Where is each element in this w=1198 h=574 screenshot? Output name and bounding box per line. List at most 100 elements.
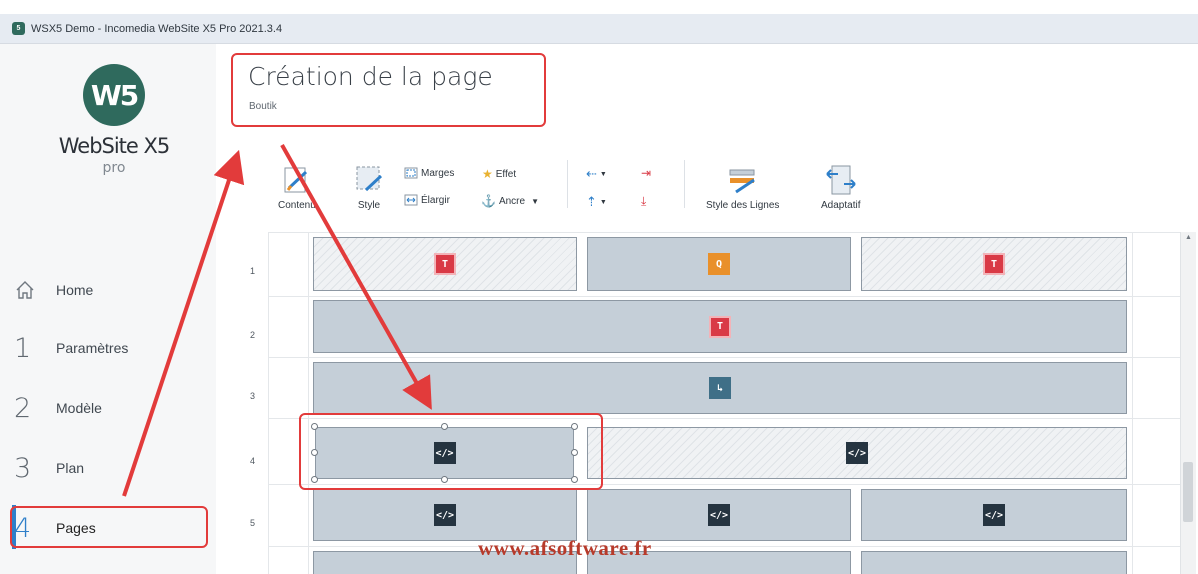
ancre-button[interactable]: ⚓ Ancre ▼ xyxy=(481,194,539,208)
anchor-icon: ⚓ xyxy=(481,194,496,208)
title-bar: 5 WSX5 Demo - Incomedia WebSite X5 Pro 2… xyxy=(0,14,1198,44)
style-lignes-button[interactable]: Style des Lignes xyxy=(706,164,779,211)
grid-line xyxy=(268,418,1180,419)
resize-handle[interactable] xyxy=(571,449,578,456)
chevron-down-icon: ▼ xyxy=(599,170,607,178)
resize-handle[interactable] xyxy=(571,476,578,483)
col-delete-icon: ⤓ xyxy=(641,194,647,208)
step-number: 2 xyxy=(14,392,32,424)
sidebar-item-label: Modèle xyxy=(56,400,102,416)
chevron-down-icon: ▼ xyxy=(599,198,607,206)
adaptatif-button[interactable]: Adaptatif xyxy=(821,164,860,211)
page-title: Création de la page xyxy=(248,62,493,91)
effet-button[interactable]: ★ Effet xyxy=(482,167,516,181)
contenu-label: Contenu xyxy=(278,200,316,211)
grid-cell[interactable]: ↳ xyxy=(313,362,1127,414)
html-object-icon: </> xyxy=(708,504,730,526)
grid-cell[interactable]: T xyxy=(313,237,577,291)
grid-line xyxy=(1132,232,1133,574)
star-icon: ★ xyxy=(482,167,493,181)
grid-cell[interactable]: </> xyxy=(587,489,851,541)
effet-label: Effet xyxy=(495,168,517,180)
toolbar-separator xyxy=(567,160,568,208)
elargir-label: Élargir xyxy=(421,194,450,206)
ancre-label: Ancre xyxy=(498,195,526,207)
resize-handle[interactable] xyxy=(571,423,578,430)
page-subtitle: Boutik xyxy=(249,101,277,112)
logo-edition: pro xyxy=(102,160,126,176)
col-delete-button[interactable]: ⤓ xyxy=(641,194,646,209)
sidebar-item-label: Paramètres xyxy=(56,340,129,356)
sidebar-item-label: Plan xyxy=(56,460,85,476)
col-insert-icon: ⇡ xyxy=(586,194,597,209)
style-label: Style xyxy=(357,200,381,211)
search-object-icon: Q xyxy=(708,253,730,275)
cart-object-icon: ↳ xyxy=(709,377,731,399)
line-style-icon xyxy=(729,169,755,194)
home-icon xyxy=(14,270,56,310)
grid-cell-selected[interactable]: </> xyxy=(315,427,574,479)
style-icon xyxy=(356,166,383,192)
logo-mark: W5 xyxy=(83,64,145,126)
grid-cell[interactable]: </> xyxy=(587,427,1127,479)
responsive-icon xyxy=(826,165,856,195)
sidebar-item-home[interactable]: Home xyxy=(14,270,208,310)
resize-handle[interactable] xyxy=(441,423,448,430)
grid-line xyxy=(268,232,269,574)
elargir-button[interactable]: Élargir xyxy=(404,194,450,206)
grid-cell[interactable]: T xyxy=(313,300,1127,353)
row-delete-button[interactable]: ⇥ xyxy=(641,166,651,180)
grid-cell[interactable] xyxy=(861,551,1127,574)
row-number: 3 xyxy=(250,391,256,401)
sidebar-item-pages[interactable]: 4 Pages xyxy=(14,508,208,548)
resize-handle[interactable] xyxy=(441,476,448,483)
sidebar-item-label: Home xyxy=(56,282,94,298)
page-header xyxy=(216,44,1198,144)
grid-cell[interactable]: Q xyxy=(587,237,851,291)
contenu-button[interactable]: Contenu xyxy=(278,164,316,211)
text-object-icon: T xyxy=(434,253,456,275)
row-insert-button[interactable]: ⇠ ▼ xyxy=(586,166,607,182)
scroll-thumb[interactable] xyxy=(1183,462,1193,522)
sidebar-item-modele[interactable]: 2 Modèle xyxy=(14,388,208,428)
scroll-up-icon[interactable]: ▲ xyxy=(1185,234,1192,241)
row-number: 5 xyxy=(250,518,256,528)
enlarge-icon xyxy=(404,194,418,206)
style-lignes-label: Style des Lignes xyxy=(706,200,780,211)
text-object-icon: T xyxy=(709,315,731,338)
step-number: 4 xyxy=(14,512,32,544)
app-icon: 5 xyxy=(12,22,25,35)
row-delete-icon: ⇥ xyxy=(641,166,652,180)
window-title: WSX5 Demo - Incomedia WebSite X5 Pro 202… xyxy=(31,22,283,35)
col-insert-button[interactable]: ⇡ ▼ xyxy=(586,194,607,210)
grid-line xyxy=(308,232,309,574)
html-object-icon: </> xyxy=(846,442,868,464)
style-button[interactable]: Style xyxy=(352,164,386,211)
app-window: 5 WSX5 Demo - Incomedia WebSite X5 Pro 2… xyxy=(0,0,1198,574)
vertical-scrollbar[interactable]: ▲ xyxy=(1180,232,1196,574)
marges-label: Marges xyxy=(421,167,455,179)
toolbar-separator xyxy=(684,160,685,208)
marges-button[interactable]: Marges xyxy=(404,167,454,179)
sidebar-item-label: Pages xyxy=(56,520,96,536)
grid-cell[interactable]: T xyxy=(861,237,1127,291)
resize-handle[interactable] xyxy=(311,423,318,430)
row-insert-icon: ⇠ xyxy=(586,166,597,181)
resize-handle[interactable] xyxy=(311,449,318,456)
html-object-icon: </> xyxy=(983,504,1005,526)
html-object-icon: </> xyxy=(433,442,456,464)
grid-line xyxy=(268,484,1180,485)
toolbar: Contenu Style Marges ★ Effet Élargir ⚓ A… xyxy=(216,150,1198,228)
sidebar-item-plan[interactable]: 3 Plan xyxy=(14,448,208,488)
html-object-icon: </> xyxy=(434,504,456,526)
grid-cell[interactable]: </> xyxy=(313,489,577,541)
text-object-icon: T xyxy=(983,253,1005,275)
step-number: 3 xyxy=(14,452,32,484)
grid-line xyxy=(268,232,1180,233)
logo-name: WebSite X5 xyxy=(58,134,171,158)
grid-cell[interactable]: </> xyxy=(861,489,1127,541)
watermark: www.afsoftware.fr xyxy=(478,536,652,560)
resize-handle[interactable] xyxy=(311,476,318,483)
margins-icon xyxy=(404,167,418,179)
sidebar-item-parametres[interactable]: 1 Paramètres xyxy=(14,328,208,368)
